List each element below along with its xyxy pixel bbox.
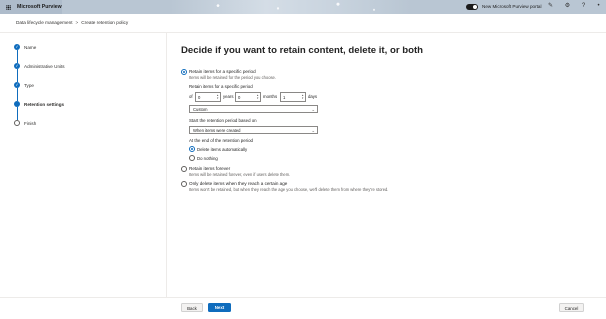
banner-decoration: [170, 0, 410, 14]
new-portal-label: New Microsoft Purview portal: [482, 4, 542, 10]
step-connector: [16, 88, 18, 101]
retain-period-field-label: Retain items for a specific period: [189, 84, 253, 89]
retention-preset-dropdown[interactable]: Custom ⌄: [189, 105, 318, 113]
start-based-on-label: Start the retention period based on: [189, 118, 257, 123]
back-button[interactable]: Back: [181, 303, 203, 312]
account-icon[interactable]: •: [595, 3, 602, 10]
cancel-button[interactable]: Cancel: [559, 303, 584, 312]
retain-forever-option-description: Items will be retained forever, even if …: [189, 172, 291, 177]
retain-forever-option-label: Retain items forever: [189, 166, 231, 171]
retain-period-option-label: Retain items for a specific period: [189, 69, 256, 74]
months-label: months: [263, 94, 278, 99]
months-stepper[interactable]: 0 ▲ ▼: [235, 92, 261, 102]
start-based-on-dropdown[interactable]: When items were created ⌄: [189, 126, 318, 134]
step-connector: [16, 50, 18, 63]
days-label: days: [308, 94, 318, 99]
do-nothing-label: Do nothing: [197, 156, 218, 161]
start-based-on-value: When items were created: [193, 128, 241, 133]
delete-automatically-radio[interactable]: [189, 146, 195, 152]
pending-step-icon: [14, 120, 20, 126]
step-connector: [16, 69, 18, 82]
help-icon[interactable]: ?: [580, 3, 587, 10]
check-icon: ✓: [14, 44, 20, 50]
wizard-step-retention-settings[interactable]: Retention settings: [14, 101, 64, 107]
retention-preset-value: Custom: [193, 107, 208, 112]
settings-icon[interactable]: ⚙: [564, 3, 571, 10]
check-icon: ✓: [14, 63, 20, 69]
wizard-step-finish: Finish: [14, 120, 36, 126]
breadcrumb-item-create-policy: Create retention policy: [81, 20, 129, 25]
stepper-arrows-icon[interactable]: ▲ ▼: [216, 94, 219, 101]
edit-icon[interactable]: ✎: [547, 3, 554, 10]
breadcrumb-item-dlm[interactable]: Data lifecycle management: [16, 20, 73, 25]
wizard-step-label: Type: [24, 82, 34, 88]
do-nothing-radio[interactable]: [189, 155, 195, 161]
breadcrumb-separator: >: [75, 20, 79, 25]
footer-divider: [0, 297, 606, 298]
app-launcher-icon[interactable]: [6, 4, 11, 10]
next-button[interactable]: Next: [208, 303, 231, 312]
current-step-icon: [14, 101, 20, 107]
delete-only-radio[interactable]: [181, 181, 187, 187]
retain-period-radio[interactable]: [181, 69, 187, 75]
chevron-down-icon: ⌄: [311, 128, 315, 133]
wizard-step-label: Name: [24, 44, 37, 50]
stepper-arrows-icon[interactable]: ▲ ▼: [301, 94, 304, 101]
wizard-step-label: Administrative Units: [24, 63, 65, 69]
months-value: 0: [238, 95, 241, 100]
wizard-step-label: Finish: [24, 120, 37, 126]
wizard-step-name[interactable]: ✓ Name: [14, 44, 36, 50]
check-icon: ✓: [14, 82, 20, 88]
retain-period-option-description: Items will be retained for the period yo…: [189, 75, 276, 80]
years-stepper[interactable]: 0 ▲ ▼: [195, 92, 221, 102]
new-portal-toggle[interactable]: [466, 4, 478, 10]
app-name[interactable]: Microsoft Purview: [17, 4, 62, 10]
wizard-step-admin-units[interactable]: ✓ Administrative Units: [14, 63, 65, 69]
of-label: of: [189, 94, 193, 99]
panel-divider: [166, 33, 167, 297]
breadcrumb: Data lifecycle management > Create reten…: [16, 20, 128, 25]
stepper-arrows-icon[interactable]: ▲ ▼: [256, 94, 259, 101]
step-connector: [16, 107, 18, 120]
page-title: Decide if you want to retain content, de…: [181, 45, 423, 56]
top-bar: Microsoft Purview New Microsoft Purview …: [0, 0, 606, 14]
delete-only-option-description: Items won't be retained, but when they r…: [189, 187, 389, 192]
header-divider: [0, 32, 606, 33]
days-value: 1: [283, 95, 286, 100]
days-stepper[interactable]: 1 ▲ ▼: [280, 92, 306, 102]
wizard-step-type[interactable]: ✓ Type: [14, 82, 34, 88]
retain-forever-radio[interactable]: [181, 166, 187, 172]
delete-automatically-label: Delete items automatically: [197, 147, 248, 152]
wizard-step-label: Retention settings: [24, 101, 65, 107]
delete-only-option-label: Only delete items when they reach a cert…: [189, 181, 288, 186]
chevron-down-icon: ⌄: [311, 107, 315, 112]
years-label: years: [223, 94, 234, 99]
brand-area: Microsoft Purview: [0, 0, 62, 14]
years-value: 0: [198, 95, 201, 100]
end-of-period-label: At the end of the retention period: [189, 138, 253, 143]
